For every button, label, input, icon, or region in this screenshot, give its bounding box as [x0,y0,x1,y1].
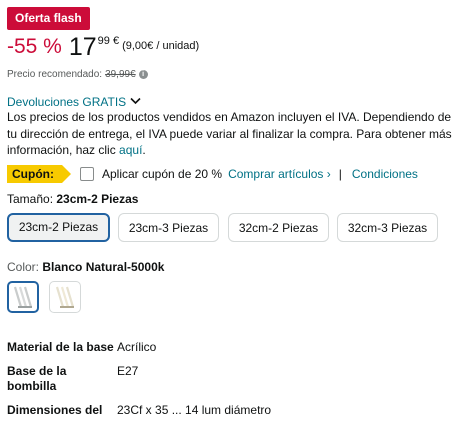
conditions-link[interactable]: Condiciones [352,167,418,181]
chevron-down-icon[interactable] [130,96,141,108]
price-fraction: 99 € [97,35,120,47]
color-selected-value: Blanco Natural-5000k [42,260,165,274]
shop-items-link[interactable]: Comprar artículos › [228,167,331,181]
spec-value: 23Cf x 35 ... 14 lum diámetro [117,403,272,417]
spec-row: Dimensiones del 23Cf x 35 ... 14 lum diá… [7,403,271,418]
free-returns-label[interactable]: Devoluciones GRATIS [7,95,126,109]
lamp-tubes-image [55,286,75,308]
spec-key: Base de la bombilla [7,364,67,393]
spec-row: Base de la bombilla E27 [7,364,271,394]
recommended-price: Precio recomendado: 39,99€ i [7,69,148,80]
size-label: Tamaño: 23cm-2 Piezas [7,192,138,206]
color-swatch-warm-white[interactable] [49,281,81,313]
spec-key: Dimensiones del [7,403,103,417]
price-whole: 17 [68,33,97,61]
flash-deal-badge: Oferta flash [7,7,90,30]
info-icon[interactable]: i [138,70,148,79]
size-option-32cm-2[interactable]: 32cm-2 Piezas [228,213,329,242]
coupon-separator: | [338,167,342,181]
coupon-row: Cupón: Aplicar cupón de 20 % Comprar art… [7,165,418,183]
size-option-23cm-2[interactable]: 23cm-2 Piezas [7,213,110,242]
color-swatch-natural-white[interactable] [7,281,39,313]
color-label-text: Color: [7,260,40,274]
spec-row: Material de la base Acrílico [7,340,271,355]
specs-table: Material de la base Acrílico Base de la … [7,340,271,427]
price-row: -55 % 17 99 € (9,00€ / unidad) [7,34,199,64]
discount-percent: -55 % [7,35,62,58]
vat-notice-text: Los precios de los productos vendidos en… [7,110,452,157]
vat-notice-end: . [142,143,146,157]
free-returns-link[interactable]: Devoluciones GRATIS [7,95,141,109]
recommended-price-label: Precio recomendado: [7,69,103,80]
unit-price: (9,00€ / unidad) [122,40,200,52]
size-label-text: Tamaño: [7,192,54,206]
color-label: Color: Blanco Natural-5000k [7,260,164,274]
size-option-32cm-3[interactable]: 32cm-3 Piezas [337,213,438,242]
vat-notice: Los precios de los productos vendidos en… [7,109,462,159]
spec-key: Material de la base [7,340,114,354]
recommended-price-value: 39,99€ [105,69,136,80]
coupon-checkbox[interactable] [79,167,94,181]
coupon-tag: Cupón: [7,165,71,183]
size-selected-value: 23cm-2 Piezas [56,192,139,206]
coupon-apply-label[interactable]: Aplicar cupón de 20 % [102,167,222,181]
size-option-23cm-3[interactable]: 23cm-3 Piezas [118,213,219,242]
spec-value: Acrílico [117,340,157,354]
vat-notice-link[interactable]: aquí [119,143,142,157]
spec-value: E27 [117,364,139,378]
lamp-tubes-image [13,286,33,308]
